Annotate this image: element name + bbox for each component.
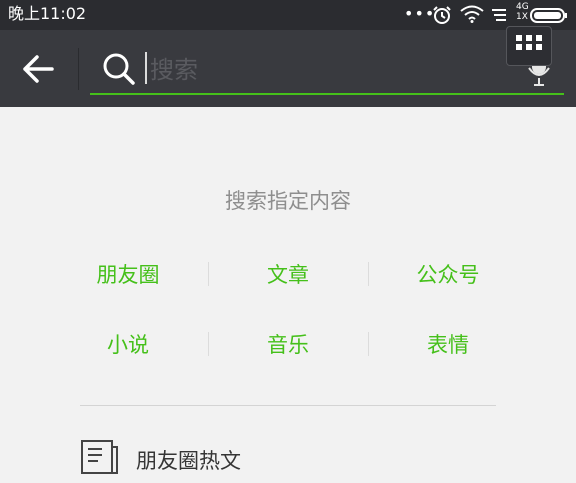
- category-separator: [368, 332, 369, 356]
- search-underline: [90, 93, 564, 95]
- battery-icon: [530, 8, 567, 23]
- status-time: 晚上11:02: [8, 4, 87, 23]
- wifi-icon: [460, 5, 484, 23]
- search-content: 搜索指定内容 朋友圈 文章 公众号 小说 音乐 表情 朋友圈热文: [0, 107, 576, 483]
- category-separator: [208, 332, 209, 356]
- category-moments[interactable]: 朋友圈: [58, 259, 198, 289]
- status-dots: •••: [404, 4, 436, 23]
- section-divider: [80, 405, 496, 406]
- header-divider: [78, 48, 79, 90]
- search-icon: [103, 53, 135, 85]
- text-caret: [145, 52, 147, 84]
- moments-hot-articles[interactable]: 朋友圈热文: [136, 445, 241, 475]
- category-separator: [368, 262, 369, 286]
- category-official-accounts[interactable]: 公众号: [378, 259, 518, 289]
- category-separator: [208, 262, 209, 286]
- network-type: 4G 1X: [516, 2, 529, 22]
- article-icon: [81, 440, 118, 474]
- search-input[interactable]: [148, 50, 492, 90]
- search-hint: 搜索指定内容: [225, 189, 351, 213]
- category-articles[interactable]: 文章: [218, 259, 358, 289]
- category-music[interactable]: 音乐: [218, 329, 358, 359]
- category-stickers[interactable]: 表情: [378, 329, 518, 359]
- search-header: [0, 26, 576, 107]
- signal-icon: [492, 9, 506, 21]
- status-bar: 晚上11:02 ••• 4G 1X: [0, 0, 576, 30]
- alarm-icon: [433, 6, 451, 24]
- keyboard-icon[interactable]: [506, 26, 552, 66]
- category-novels[interactable]: 小说: [58, 329, 198, 359]
- back-arrow-icon[interactable]: [22, 54, 54, 84]
